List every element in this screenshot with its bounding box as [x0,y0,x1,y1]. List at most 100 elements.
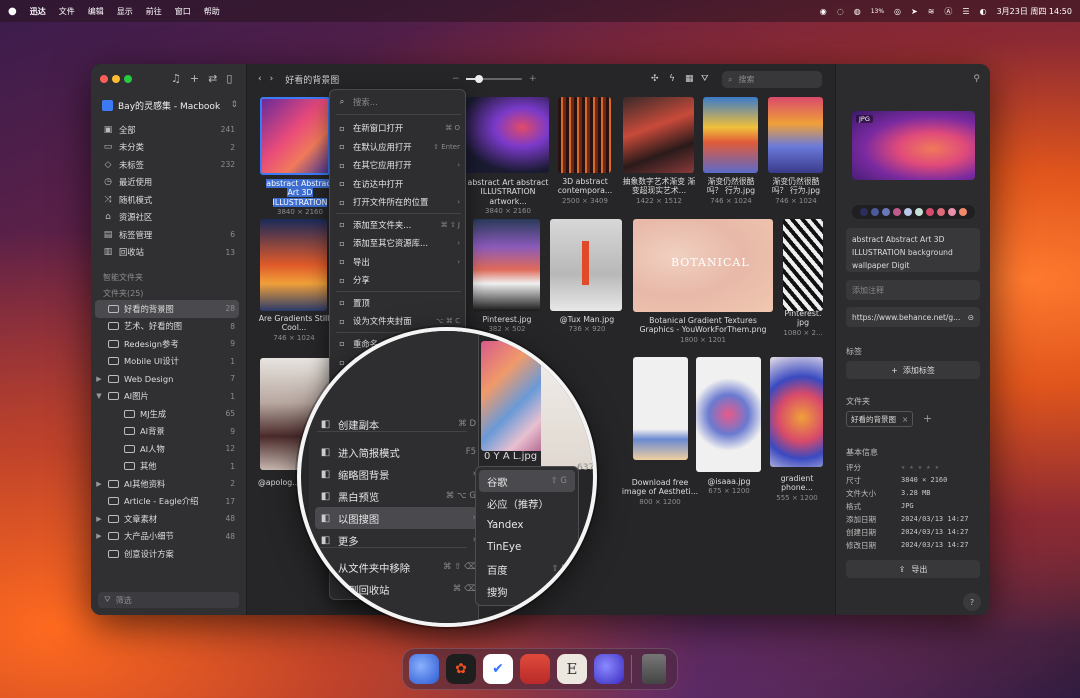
zoom-button[interactable] [124,75,132,83]
chevron-icon[interactable]: ▶ [95,480,103,488]
menu-item[interactable]: ▫ 分享 [333,271,464,289]
filter-funnel-icon[interactable]: ⛛ [701,74,709,84]
folder-item[interactable]: ▶ 大产品小细节 48 [95,528,239,546]
thumbnail[interactable] [623,97,694,173]
chat-status-icon[interactable]: ◍ [854,7,861,16]
menu-view[interactable]: 显示 [117,6,133,17]
bear-app-icon[interactable] [520,654,550,684]
folder-item[interactable]: Mobile UI设计 1 [95,353,239,371]
lens-menu-item[interactable]: ◧ 从文件夹中移除 ⌘ ⇧ ⌫ [315,556,480,578]
forward-icon[interactable]: › [270,74,274,84]
add-folder-icon[interactable]: + [923,412,932,425]
help-button[interactable]: ? [963,593,981,611]
eagle-status-icon[interactable]: ◉ [820,7,827,16]
linear-app-icon[interactable] [594,654,624,684]
library-switcher[interactable]: Bay的灵感集 - Macbook ⇕ [102,97,238,113]
folder-item[interactable]: Article - Eagle介绍 17 [95,493,239,511]
color-swatch[interactable] [915,208,923,216]
menu-help[interactable]: 帮助 [204,6,220,17]
menu-item[interactable]: ▫ 在访达中打开 [333,175,464,193]
nav-trash[interactable]: ▥ 回收站 13 [99,244,239,262]
color-swatch[interactable] [882,208,890,216]
lens-menu-item[interactable]: ◧ 丢到回收站 ⌘ ⌫ [315,578,480,600]
close-button[interactable] [100,75,108,83]
search-engine-item[interactable]: 搜狗 [479,580,575,602]
lens-menu-item[interactable]: ◧更多› [315,529,480,551]
rating-stars[interactable]: ★ ★ ★ ★ ★ [901,461,939,474]
folder-item[interactable]: ▶ 文章素材 48 [95,510,239,528]
menu-item[interactable]: ▫ 在新窗口打开 ⌘ O [333,119,464,137]
lark-app-icon[interactable]: ✔ [483,654,513,684]
wechat-status-icon[interactable]: ◌ [837,7,844,16]
color-swatch[interactable] [860,208,868,216]
thumbnail[interactable] [783,219,823,311]
chevron-icon[interactable]: ▶ [95,375,103,383]
lens-menu-item[interactable]: ◧ 创建副本 ⌘ D [315,413,480,435]
folder-item[interactable]: ▶ Web Design 7 [95,370,239,388]
search-engine-item[interactable]: 百度 ⇧ B [479,558,575,580]
folder-item[interactable]: AI人物 12 [95,440,239,458]
smart-folders-header[interactable]: 智能文件夹 [103,272,143,283]
input-icon[interactable]: Ⓐ [944,6,952,17]
url-field[interactable]: https://www.behance.net/g... ⊝ [846,307,980,327]
trash-app-icon[interactable] [642,654,666,684]
thumbnail[interactable] [768,97,823,173]
folders-header[interactable]: 文件夹(25) [103,288,143,299]
folder-item[interactable]: Redesign参考 9 [95,335,239,353]
lens-menu-item[interactable]: ◧缩略图背景› [315,463,480,485]
siri-icon[interactable]: ◐ [980,7,987,16]
thumbnail[interactable] [550,219,622,311]
filter-input[interactable]: ⛛ 筛选 [98,592,239,608]
folder-item[interactable]: 艺术、好看的图 8 [95,318,239,336]
lens-menu-item[interactable]: ◧ 进入简报模式 F5 [315,441,480,463]
layout-icon[interactable]: ▦ [685,74,694,84]
add-tag-button[interactable]: + 添加标签 [846,361,980,379]
nav-community[interactable]: ⌂ 资源社区 [99,209,239,227]
thumbnail[interactable] [260,97,330,175]
menu-edit[interactable]: 编辑 [88,6,104,17]
battery-level[interactable]: 13% [871,8,884,15]
menu-window[interactable]: 窗口 [175,6,191,17]
menu-item[interactable]: ▫ 添加至其它资源库... › [333,234,464,252]
eye-status-icon[interactable]: ◎ [894,7,901,16]
color-swatch[interactable] [959,208,967,216]
folder-chip[interactable]: 好看的背景图 × [846,411,914,427]
nav-random[interactable]: ⤨ 随机模式 [99,191,239,209]
thumbnail[interactable] [633,357,688,460]
folder-item[interactable]: ▶ AI其他资料 2 [95,475,239,493]
slider-handle[interactable] [475,75,483,83]
nav-untagged[interactable]: ◇ 未标签 232 [99,156,239,174]
datetime[interactable]: 3月23日 周四 14:50 [997,6,1072,17]
search-input[interactable]: ⌕ 搜索 [722,71,822,88]
zoom-out-icon[interactable]: − [452,74,460,84]
lens-menu-item[interactable]: ◧ 黑白预览 ⌘ ⌥ G [315,485,480,507]
thumbnail[interactable] [473,219,540,311]
wifi-icon[interactable]: ≋ [928,7,935,16]
folder-item[interactable]: 创意设计方案 [95,545,239,563]
nav-recent[interactable]: ◷ 最近使用 [99,174,239,192]
control-center-icon[interactable]: ☰ [962,7,969,16]
menu-item[interactable]: ▫ 置顶 [333,294,464,312]
pin-icon[interactable]: ⚲ [973,74,980,84]
menu-item[interactable]: ▫ 打开文件所在的位置 › [333,193,464,211]
thumbnail[interactable] [459,97,549,173]
color-swatch[interactable] [926,208,934,216]
sync-icon[interactable]: ⇄ [208,72,217,85]
thumbnail[interactable] [558,97,611,173]
color-swatch[interactable] [948,208,956,216]
nav-all[interactable]: ▣ 全部 241 [99,121,239,139]
search-engine-item[interactable]: TinEye [479,536,575,558]
add-icon[interactable]: + [190,72,199,85]
export-button[interactable]: ⇪ 导出 [846,560,980,578]
menu-go[interactable]: 前往 [146,6,162,17]
back-icon[interactable]: ‹ [258,74,262,84]
menu-item[interactable]: ▫ 导出 › [333,253,464,271]
lens-menu-item[interactable]: ◧以图搜图› [315,507,480,529]
thumbnail[interactable]: BOTANICAL [633,219,773,312]
close-icon[interactable]: × [902,415,908,424]
search-engine-item[interactable]: 必应（推荐） [479,492,575,514]
link-icon[interactable]: ⊝ [965,313,974,322]
thumbnail-size-slider[interactable] [466,75,522,83]
folder-item[interactable]: 其他 1 [95,458,239,476]
menu-item[interactable]: ▫ 添加至文件夹... ⌘ ⇧ J [333,216,464,234]
